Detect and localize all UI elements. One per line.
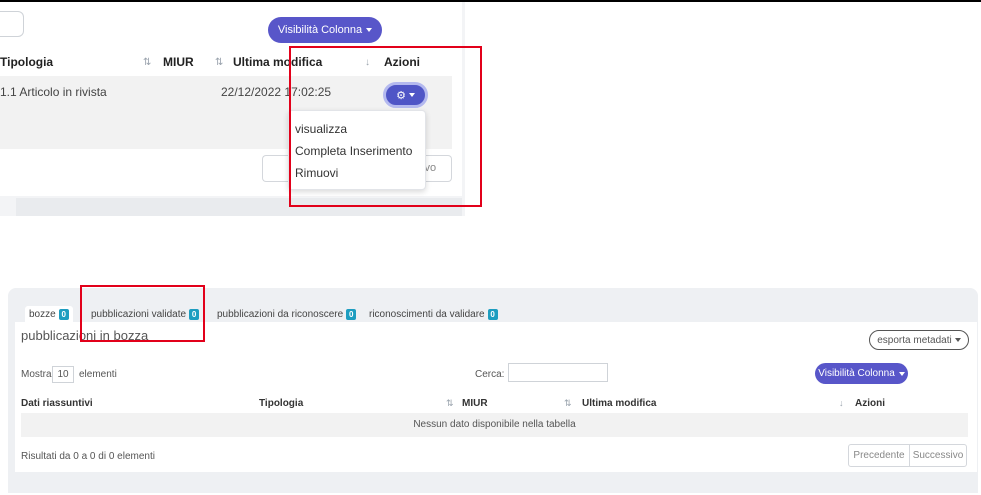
column-visibility-label: Visibilità Colonna: [277, 24, 363, 36]
caret-down-icon: [366, 28, 373, 32]
search-input[interactable]: [508, 363, 608, 382]
sort-icon[interactable]: ⇅: [446, 398, 454, 409]
highlight-box-actions: [289, 46, 482, 207]
header-miur[interactable]: MIUR: [163, 55, 194, 69]
pagination-previous[interactable]: Precedente: [848, 444, 910, 467]
sort-icon[interactable]: ⇅: [564, 398, 572, 409]
count-badge: 0: [346, 309, 357, 320]
caret-down-icon: [954, 338, 961, 342]
row-tipologia: 1.1 Articolo in rivista: [0, 85, 107, 99]
sort-icon[interactable]: ⇅: [143, 57, 151, 68]
results-info: Risultati da 0 a 0 di 0 elementi: [21, 451, 155, 462]
column-visibility-button-lower[interactable]: Visibilità Colonna: [815, 363, 908, 384]
show-suffix-label: elementi: [79, 369, 117, 380]
header-tipologia[interactable]: Tipologia: [259, 398, 303, 409]
tab-label: bozze: [29, 309, 56, 320]
empty-table-message: Nessun dato disponibile nella tabella: [21, 413, 968, 437]
header-tipologia[interactable]: Tipologia: [0, 55, 53, 69]
tab-label: riconoscimenti da validare: [369, 309, 485, 320]
highlight-box-tab: [80, 285, 205, 342]
column-visibility-label: Visibilità Colonna: [818, 368, 895, 379]
tab-label: pubblicazioni da riconoscere: [217, 309, 344, 320]
count-badge: 0: [58, 309, 69, 320]
sort-icon[interactable]: ⇅: [215, 57, 223, 68]
export-metadata-label: esporta metadati: [877, 334, 952, 346]
lower-panel-footer: [8, 472, 978, 493]
sort-desc-icon[interactable]: ↓: [839, 398, 844, 408]
caret-down-icon: [898, 371, 905, 376]
header-dati-riassuntivi[interactable]: Dati riassuntivi: [21, 398, 93, 409]
count-badge: 0: [487, 309, 498, 320]
tab-riconoscimenti-da-validare[interactable]: riconoscimenti da validare 0: [369, 306, 498, 323]
search-label: Cerca:: [475, 369, 505, 380]
header-miur[interactable]: MIUR: [462, 398, 488, 409]
lower-table-card: [15, 322, 977, 472]
export-metadata-button[interactable]: esporta metadati: [869, 330, 969, 350]
header-azioni: Azioni: [855, 398, 885, 409]
column-visibility-button[interactable]: Visibilità Colonna: [268, 17, 382, 43]
tab-bozze[interactable]: bozze 0: [25, 306, 73, 323]
tab-pubblicazioni-da-riconoscere[interactable]: pubblicazioni da riconoscere 0: [217, 306, 357, 323]
page-length-select[interactable]: 10: [52, 366, 74, 383]
header-ultima-modifica[interactable]: Ultima modifica: [582, 398, 656, 409]
show-prefix-label: Mostra: [21, 369, 52, 380]
search-input-partial[interactable]: [0, 11, 24, 37]
pagination-next[interactable]: Successivo: [909, 444, 967, 467]
